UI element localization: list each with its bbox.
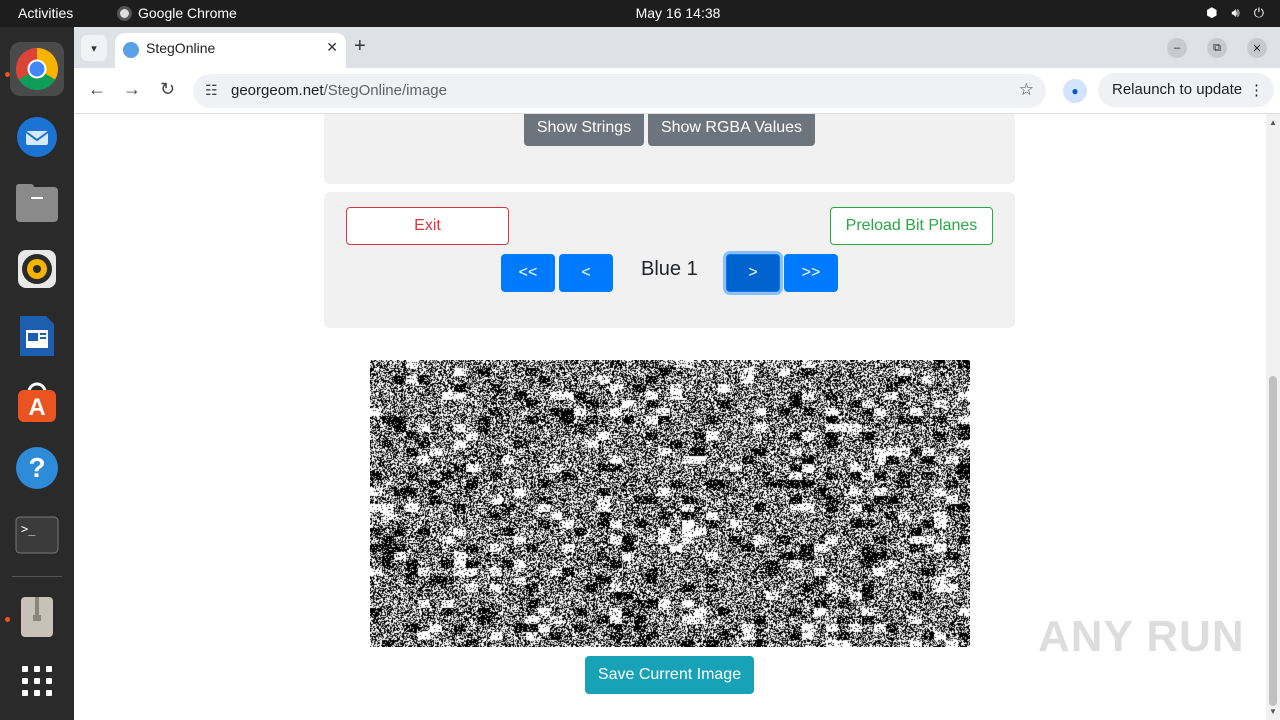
globe-icon <box>123 42 139 58</box>
last-plane-button[interactable]: >> <box>784 254 838 292</box>
bit-plane-image <box>370 360 970 647</box>
relaunch-label: Relaunch to update <box>1112 81 1243 98</box>
running-indicator <box>5 617 10 622</box>
close-icon: ✕ <box>1252 42 1262 55</box>
site-info-icon[interactable]: ☷ <box>205 82 218 99</box>
chevron-down-icon: ▾ <box>91 42 97 55</box>
reload-icon: ↻ <box>160 79 176 99</box>
help-icon: ? <box>16 447 58 489</box>
tab-search-button[interactable]: ▾ <box>81 35 107 61</box>
reload-button[interactable]: ↻ <box>160 79 175 100</box>
dock-files[interactable] <box>10 176 64 230</box>
system-top-bar: Activities Google Chrome May 16 14:38 ⬢ … <box>0 0 1280 27</box>
thunderbird-icon <box>17 117 57 157</box>
first-plane-button[interactable]: << <box>501 254 555 292</box>
svg-text:>_: >_ <box>21 522 36 536</box>
dock-help[interactable]: ? <box>10 441 64 495</box>
network-icon: ⬢ <box>1206 5 1218 20</box>
rhythmbox-icon <box>18 250 56 288</box>
page-scrollbar[interactable]: ▲ ▼ <box>1266 114 1280 720</box>
next-plane-button[interactable]: > <box>726 254 780 292</box>
save-current-image-button[interactable]: Save Current Image <box>585 656 754 694</box>
address-bar[interactable]: ☷ georgeom.net/StegOnline/image ☆ <box>193 74 1046 108</box>
dock-archive-manager[interactable] <box>10 590 64 644</box>
show-strings-button[interactable]: Show Strings <box>524 114 644 146</box>
restore-icon: ⧉ <box>1213 41 1221 54</box>
scroll-down-icon[interactable]: ▼ <box>1269 707 1277 716</box>
power-icon: ⏻ <box>1253 5 1264 20</box>
show-apps-button[interactable] <box>10 654 64 708</box>
files-icon <box>16 184 58 222</box>
more-menu-icon[interactable]: ⋮ <box>1249 81 1264 99</box>
person-icon: ● <box>1071 84 1079 98</box>
url-text[interactable]: georgeom.net/StegOnline/image <box>231 82 447 99</box>
previous-plane-button[interactable]: < <box>559 254 613 292</box>
tab-stegonline[interactable]: StegOnline ✕ <box>115 33 346 68</box>
apps-grid-icon <box>22 666 52 696</box>
exit-button[interactable]: Exit <box>346 207 509 245</box>
forward-button[interactable]: → <box>123 79 141 100</box>
clock[interactable]: May 16 14:38 <box>0 5 1280 21</box>
volume-icon: 🔊︎ <box>1231 5 1240 20</box>
chrome-icon <box>15 47 59 91</box>
scroll-up-icon[interactable]: ▲ <box>1269 118 1277 127</box>
svg-text:?: ? <box>28 452 45 483</box>
app-center-icon: A <box>18 382 56 422</box>
relaunch-to-update-button[interactable]: Relaunch to update ⋮ <box>1098 73 1274 107</box>
scrollbar-thumb[interactable] <box>1269 376 1277 706</box>
tab-title: StegOnline <box>146 40 216 56</box>
archive-icon <box>21 597 53 637</box>
close-icon[interactable]: ✕ <box>326 39 338 56</box>
arrow-left-icon: ← <box>88 79 106 99</box>
close-window-button[interactable]: ✕ <box>1247 38 1267 58</box>
dock-thunderbird[interactable] <box>10 109 64 163</box>
running-indicator <box>5 72 10 77</box>
svg-text:A: A <box>28 394 45 421</box>
preload-bit-planes-button[interactable]: Preload Bit Planes <box>830 207 993 245</box>
back-button[interactable]: ← <box>88 79 106 100</box>
bookmark-star-icon[interactable]: ☆ <box>1019 80 1034 100</box>
dock-separator <box>12 576 62 577</box>
restore-button[interactable]: ⧉ <box>1207 38 1227 58</box>
dock-chrome[interactable] <box>10 42 64 96</box>
profile-avatar[interactable]: ● <box>1063 79 1087 103</box>
arrow-right-icon: → <box>123 79 141 99</box>
tab-strip: ▾ StegOnline ✕ + – ⧉ ✕ <box>74 27 1280 68</box>
browser-toolbar: ← → ↻ ☷ georgeom.net/StegOnline/image ☆ … <box>74 68 1280 114</box>
terminal-icon: >_ <box>15 516 59 554</box>
writer-icon <box>20 316 54 356</box>
dock-app-center[interactable]: A <box>10 375 64 429</box>
anyrun-watermark: ANY RUN <box>1038 612 1245 661</box>
dock-terminal[interactable]: >_ <box>10 508 64 562</box>
dock-rhythmbox[interactable] <box>10 242 64 296</box>
dock-writer[interactable] <box>10 309 64 363</box>
current-plane-label: Blue 1 <box>641 258 698 280</box>
show-rgba-values-button[interactable]: Show RGBA Values <box>648 114 815 146</box>
system-tray[interactable]: ⬢ 🔊︎ ⏻ <box>1206 5 1264 21</box>
minimize-icon: – <box>1173 42 1181 54</box>
minimize-button[interactable]: – <box>1167 38 1187 58</box>
new-tab-button[interactable]: + <box>354 35 366 58</box>
dock: A ? >_ <box>0 27 74 720</box>
